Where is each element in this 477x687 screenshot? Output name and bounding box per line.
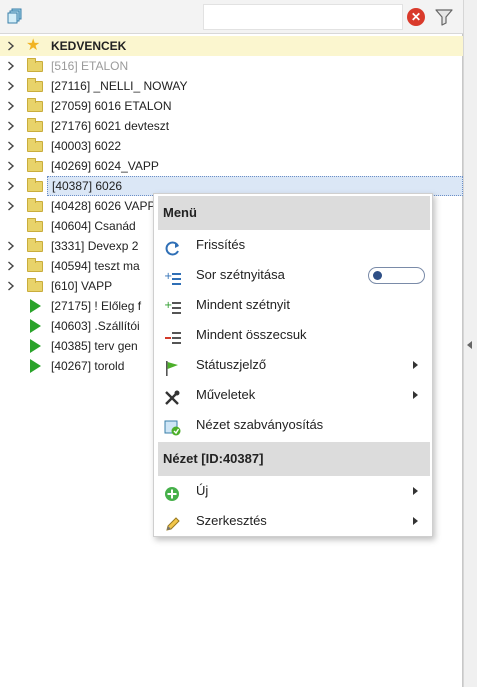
chevron-right-icon[interactable] (7, 136, 17, 156)
chevron-right-icon[interactable] (7, 176, 17, 196)
folder-icon (27, 138, 43, 152)
tree-item-label: [40267] torold (51, 359, 125, 373)
menu-item-standardize[interactable]: Nézet szabványosítás (154, 410, 432, 440)
folder-icon (27, 238, 43, 252)
submenu-arrow-icon (413, 487, 418, 495)
folder-icon (27, 178, 43, 192)
menu-item-label: Nézet szabványosítás (196, 417, 324, 432)
folder-icon (27, 78, 43, 92)
chevron-right-icon[interactable] (7, 156, 17, 176)
tools-icon (164, 387, 182, 405)
chevron-right-icon[interactable] (7, 196, 17, 216)
standardize-icon (164, 417, 182, 436)
submenu-arrow-icon (413, 361, 418, 369)
tree-item-label: [610] VAPP (51, 279, 113, 293)
folder-icon (27, 218, 43, 232)
edit-icon (164, 513, 182, 531)
tree-item-label: KEDVENCEK (51, 39, 127, 53)
menu-item-label: Frissítés (196, 237, 246, 252)
menu-item-expand-row[interactable]: + Sor szétnyitása (154, 260, 432, 290)
collapse-arrow-icon (467, 341, 472, 349)
folder-icon (27, 278, 43, 292)
menu-item-edit[interactable]: Szerkesztés (154, 506, 432, 536)
context-menu: Menü Frissítés + Sor szétnyitása + Mindent sz… (153, 193, 433, 537)
folder-icon (27, 158, 43, 172)
chevron-right-icon[interactable] (7, 56, 17, 76)
menu-item-label: Műveletek (196, 387, 256, 402)
tree-row[interactable]: [27176] 6021 devteszt (0, 116, 463, 136)
tree-row[interactable]: [40269] 6024_VAPP (0, 156, 463, 176)
menu-section-header: Nézet [ID:40387] (158, 442, 430, 476)
tree-item-label: [27175] ! Előleg f (51, 299, 142, 313)
tree-item-label: [40604] Csanád (51, 219, 136, 233)
tree-panel: ✕ ★ KEDVENCEK [516] ETALON [27116] _NELLI_ … (0, 0, 463, 687)
folder-icon (27, 258, 43, 272)
folder-icon (27, 58, 43, 72)
menu-item-label: Szerkesztés (196, 513, 267, 528)
collapse-all-icon (164, 327, 182, 344)
tree-item-label: [40003] 6022 (51, 139, 122, 153)
tree-row[interactable]: [40003] 6022 (0, 136, 463, 156)
menu-item-label: Új (196, 483, 209, 498)
chevron-right-icon[interactable] (7, 76, 17, 96)
tree-item-label: [27059] 6016 ETALON (51, 99, 172, 113)
menu-item-label: Státuszjelző (196, 357, 267, 372)
collapse-panel-handle[interactable] (463, 0, 477, 687)
menu-item-expand-all[interactable]: + Mindent szétnyit (154, 290, 432, 320)
refresh-icon (164, 237, 182, 256)
play-icon (30, 319, 41, 333)
chevron-right-icon[interactable] (7, 276, 17, 296)
tree-item-label: [40594] teszt ma (51, 259, 140, 273)
menu-item-flag[interactable]: Státuszjelző (154, 350, 432, 380)
expand-row-icon: + (164, 267, 182, 285)
menu-item-label: Mindent összecsuk (196, 327, 307, 342)
star-icon: ★ (26, 37, 41, 54)
tree-item-label: [40269] 6024_VAPP (51, 159, 159, 173)
add-icon (164, 483, 182, 501)
menu-item-label: Mindent szétnyit (196, 297, 290, 312)
copy-icon[interactable] (7, 8, 23, 24)
menu-item-add[interactable]: Új (154, 476, 432, 506)
tree-row[interactable]: ★ KEDVENCEK (0, 36, 463, 56)
play-icon (30, 299, 41, 313)
folder-icon (27, 198, 43, 212)
tree-item-label: [27116] _NELLI_ NOWAY (51, 79, 188, 93)
chevron-right-icon[interactable] (7, 36, 17, 56)
play-icon (30, 359, 41, 373)
chevron-right-icon[interactable] (7, 256, 17, 276)
expand-all-icon: + (164, 297, 182, 314)
menu-item-refresh[interactable]: Frissítés (154, 230, 432, 260)
chevron-right-icon[interactable] (7, 96, 17, 116)
tree-row[interactable]: [516] ETALON (0, 56, 463, 76)
expand-row-toggle[interactable] (368, 267, 425, 284)
flag-icon (164, 357, 182, 376)
play-icon (30, 339, 41, 353)
tree-item-label: [3331] Devexp 2 (51, 239, 139, 253)
folder-icon (27, 118, 43, 132)
tree-item-label: [40603] .Szállítói (51, 319, 140, 333)
toggle-knob (373, 271, 382, 280)
chevron-right-icon[interactable] (7, 236, 17, 256)
menu-item-tools[interactable]: Műveletek (154, 380, 432, 410)
submenu-arrow-icon (413, 391, 418, 399)
tree-row[interactable]: [27059] 6016 ETALON (0, 96, 463, 116)
filter-icon[interactable] (434, 7, 454, 27)
tree-item-label: [27176] 6021 devteszt (51, 119, 170, 133)
clear-icon[interactable]: ✕ (407, 8, 425, 26)
chevron-right-icon[interactable] (7, 116, 17, 136)
tree-item-label: [40428] 6026 VAPP (51, 199, 156, 213)
menu-header: Menü (158, 196, 430, 230)
svg-text:+: + (164, 271, 172, 282)
folder-icon (27, 98, 43, 112)
tree-item-label: [40385] terv gen (51, 339, 138, 353)
svg-text:+: + (164, 300, 172, 311)
toolbar: ✕ (0, 0, 463, 34)
search-input[interactable] (203, 4, 403, 30)
menu-item-label: Sor szétnyitása (196, 267, 285, 282)
tree-row[interactable]: [27116] _NELLI_ NOWAY (0, 76, 463, 96)
menu-item-collapse-all[interactable]: Mindent összecsuk (154, 320, 432, 350)
submenu-arrow-icon (413, 517, 418, 525)
tree-item-label: [516] ETALON (51, 59, 129, 73)
